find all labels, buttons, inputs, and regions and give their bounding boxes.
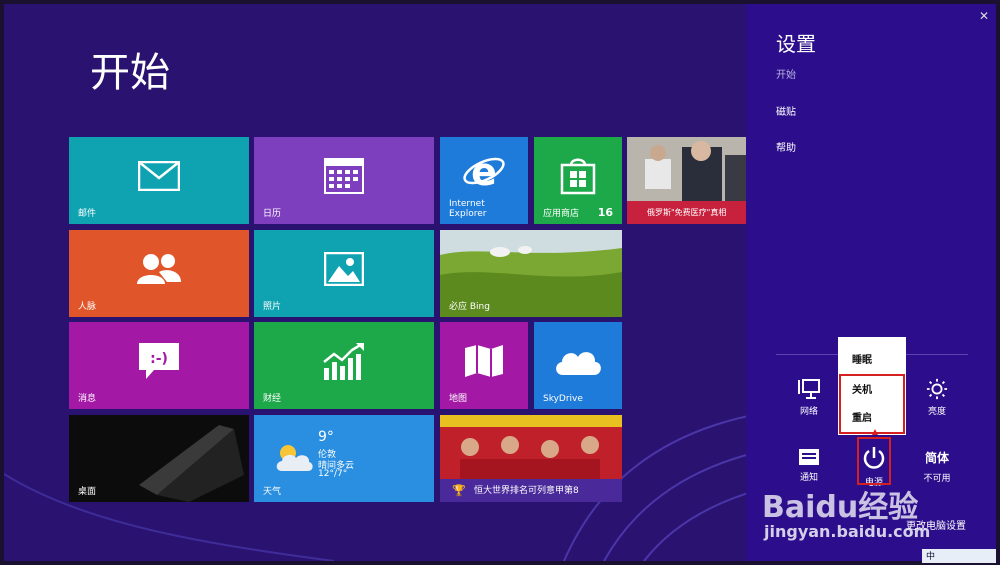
annotation-arrow	[872, 429, 878, 435]
internet-explorer-icon: e	[463, 150, 505, 193]
tile-skydrive[interactable]: SkyDrive	[534, 322, 622, 409]
svg-text:e: e	[471, 150, 497, 193]
ime-tray-label: 中	[926, 552, 936, 562]
people-icon	[137, 254, 181, 285]
tile-label: 日历	[263, 209, 282, 219]
tile-label: Internet Explorer	[449, 199, 487, 219]
weather-range: 12°/7°	[318, 469, 348, 479]
brightness-button[interactable]: 亮度	[912, 378, 962, 417]
tile-finance[interactable]: 财经	[254, 322, 434, 409]
partly-cloudy-icon	[276, 445, 313, 471]
tile-label: 消息	[78, 394, 97, 404]
keyboard-ime-button[interactable]: 简体 不可用	[912, 449, 962, 484]
start-screen: 开始 邮件 日历 e Internet Explorer 应用商店 16 俄罗斯…	[4, 4, 996, 561]
tile-calendar[interactable]: 日历	[254, 137, 434, 224]
tile-photos[interactable]: 照片	[254, 230, 434, 317]
tile-label: 必应 Bing	[449, 302, 490, 312]
tile-label: 邮件	[78, 209, 97, 219]
weather-temp: 9°	[318, 429, 334, 445]
tile-weather[interactable]: 9° 伦敦 晴间多云 12°/7° 天气	[254, 415, 434, 502]
ime-label: 简体	[924, 451, 949, 465]
ime-tray[interactable]: 中	[922, 549, 996, 563]
tile-news[interactable]: 俄罗斯"免费医疗"真相	[627, 137, 746, 224]
charm-title: 设置	[776, 32, 816, 56]
messaging-icon: :-)	[139, 343, 179, 380]
trophy-icon: 🏆	[452, 484, 466, 497]
tile-label: 地图	[449, 394, 468, 404]
settings-charm-panel: ✕ 设置 开始 磁贴 帮助 网络 亮度 通知 电源 简体 不可用 睡眠 关机 重…	[746, 4, 996, 561]
tile-label: SkyDrive	[543, 394, 583, 404]
brightness-label: 亮度	[927, 407, 946, 417]
notifications-icon	[799, 449, 819, 465]
tile-label: 财经	[263, 394, 282, 404]
store-bag-icon	[560, 158, 596, 195]
svg-text::-): :-)	[150, 351, 168, 367]
start-title: 开始	[90, 50, 170, 96]
charm-link-tiles[interactable]: 磁贴	[776, 103, 796, 118]
cloud-icon	[556, 352, 601, 376]
power-menu-sleep[interactable]: 睡眠	[852, 351, 872, 366]
charm-link-help[interactable]: 帮助	[776, 139, 796, 154]
baidu-watermark: Baidu经验	[762, 490, 919, 525]
ime-status: 不可用	[923, 474, 951, 484]
network-button[interactable]: 网络	[784, 378, 834, 417]
power-button-highlight	[857, 437, 891, 485]
tile-mail[interactable]: 邮件	[69, 137, 249, 224]
photos-icon	[324, 252, 364, 287]
maps-icon	[465, 345, 503, 378]
charm-link-start[interactable]: 开始	[776, 66, 796, 81]
calendar-icon	[324, 158, 364, 195]
tile-people[interactable]: 人脉	[69, 230, 249, 317]
finance-chart-icon	[323, 343, 364, 381]
tile-store[interactable]: 应用商店 16	[534, 137, 622, 224]
sports-crowd-photo	[440, 415, 622, 479]
tile-label: 天气	[263, 487, 282, 497]
shutdown-restart-highlight	[839, 374, 905, 434]
brightness-icon	[926, 378, 948, 400]
tile-sports[interactable]: 🏆 恒大世界排名可列意甲第8	[440, 415, 622, 502]
tile-bing[interactable]: 必应 Bing	[440, 230, 622, 317]
store-update-badge: 16	[597, 206, 613, 219]
close-icon[interactable]: ✕	[979, 9, 989, 23]
tile-label: 恒大世界排名可列意甲第8	[474, 486, 579, 496]
tile-maps[interactable]: 地图	[440, 322, 528, 409]
notifications-button[interactable]: 通知	[784, 448, 834, 483]
baidu-watermark-url: jingyan.baidu.com	[764, 522, 931, 541]
tile-label: 俄罗斯"免费医疗"真相	[647, 208, 727, 217]
news-photo	[627, 137, 746, 201]
tile-messaging[interactable]: :-) 消息	[69, 322, 249, 409]
network-icon	[798, 379, 820, 399]
tile-label: 人脉	[78, 302, 97, 312]
tile-desktop[interactable]: 桌面	[69, 415, 249, 502]
network-label: 网络	[799, 407, 818, 417]
mail-icon	[138, 161, 180, 192]
tile-label: 应用商店	[543, 209, 580, 219]
tile-internet-explorer[interactable]: e Internet Explorer	[440, 137, 528, 224]
tile-label: 照片	[263, 302, 282, 312]
tile-label: 桌面	[78, 487, 97, 497]
